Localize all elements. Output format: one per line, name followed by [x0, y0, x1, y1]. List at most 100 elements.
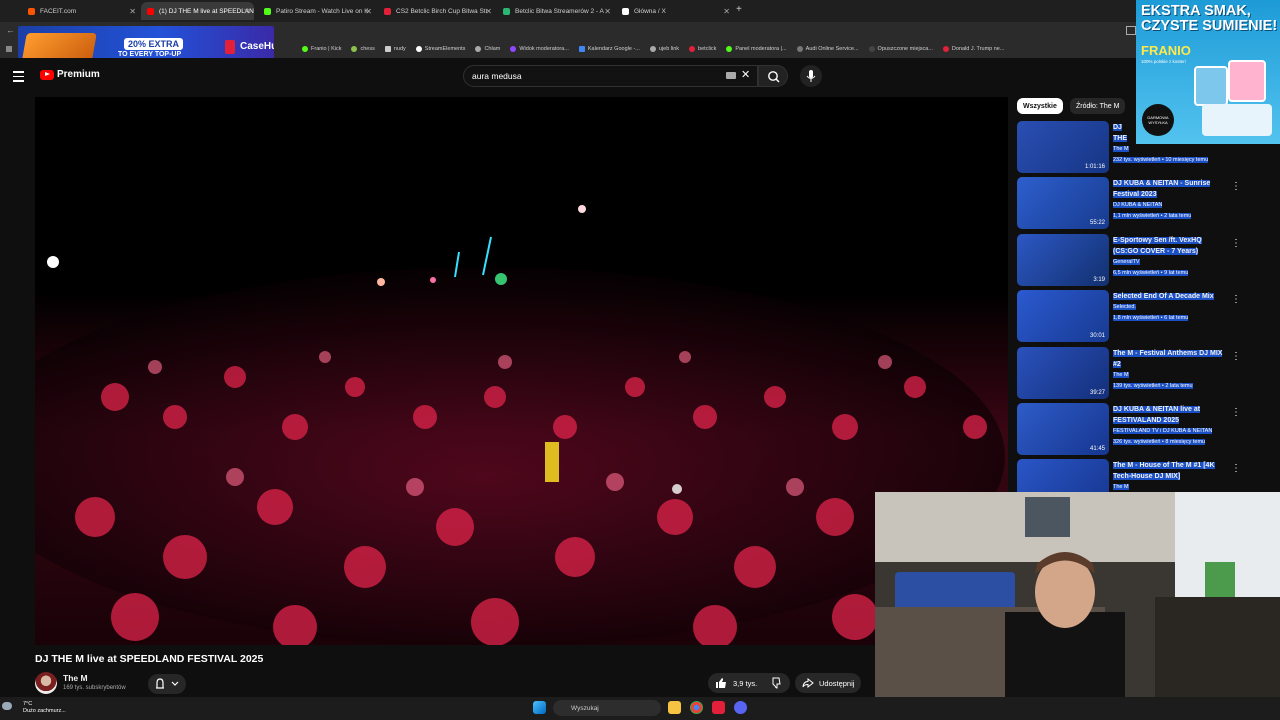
tab-betclic-bitwa[interactable]: Betclic Bitwa Streamerów 2 - A ✕ [497, 2, 615, 20]
webcam-overlay [875, 492, 1280, 720]
recommendation-meta: 1,1 mln wyświetleń • 2 lata temu [1113, 213, 1192, 219]
recommendation-channel: The M [1113, 484, 1129, 490]
weather-widget[interactable]: 7°C Dużo zachmurz... [9, 701, 66, 715]
thumbs-down-icon[interactable] [771, 677, 783, 689]
tab-betclic-cup[interactable]: CS2 Betclic Birch Cup Bitwa Str ✕ [378, 2, 496, 20]
like-button[interactable]: 3,9 tys. [708, 673, 790, 693]
chip-all[interactable]: Wszystkie [1017, 98, 1063, 114]
keyboard-icon[interactable] [726, 72, 736, 79]
bookmark[interactable]: ujeb link [649, 46, 679, 52]
browser-tab-bar: FACEIT.com ✕ (1) DJ THE M live at SPEEDLA… [0, 0, 1280, 22]
search-input[interactable]: aura medusa [463, 65, 758, 87]
subscriber-count: 169 tys. subskrybentów [63, 685, 126, 691]
recommendation-title: The M - House of The M #1 [4K Tech-House… [1113, 462, 1215, 480]
bell-icon [156, 678, 179, 689]
recommendation-item[interactable]: The M - House of The M #1 [4K Tech-House… [1017, 459, 1257, 492]
apps-icon[interactable] [6, 46, 12, 52]
more-options-icon[interactable]: ⋮ [1231, 181, 1241, 192]
bookmark[interactable]: Widok moderatora... [510, 46, 569, 52]
kick-icon [726, 46, 733, 52]
bookmark[interactable]: nudy [384, 46, 406, 52]
bookmark[interactable]: betclick [689, 46, 716, 52]
youtube-icon [147, 7, 154, 15]
share-button[interactable]: Udostępnij [795, 673, 861, 693]
tab-faceit[interactable]: FACEIT.com ✕ [22, 2, 140, 20]
app-icon[interactable] [712, 701, 725, 714]
casehug-logo-icon [225, 40, 235, 54]
notifications-button[interactable] [148, 674, 186, 694]
clear-search-icon[interactable]: ✕ [741, 68, 750, 81]
recommendation-item[interactable]: 55:22 DJ KUBA & NEITAN - Sunrise Festiva… [1017, 177, 1257, 229]
recommendation-channel: The M [1113, 146, 1129, 152]
more-options-icon[interactable]: ⋮ [1231, 294, 1241, 305]
x-icon [622, 7, 629, 15]
recommendation-item[interactable]: 30:01 Selected End Of A Decade Mix Selec… [1017, 290, 1257, 342]
ad-brand: CaseHug [240, 41, 274, 52]
bookmark[interactable]: Opuszczone miejsca... [868, 46, 933, 52]
chess-icon [351, 46, 358, 52]
discord-icon[interactable] [734, 701, 747, 714]
video-thumbnail: 41:45 [1017, 403, 1109, 455]
video-thumbnail: 3:19 [1017, 234, 1109, 286]
more-options-icon[interactable]: ⋮ [1231, 238, 1241, 249]
windows-start-icon[interactable] [533, 701, 546, 714]
bookmark[interactable]: Kalendarz Google -... [578, 46, 640, 52]
recommendation-item[interactable]: 3:19 E-Sportowy Sen /ft. VexHQ (CS:GO CO… [1017, 234, 1257, 286]
share-icon [802, 677, 814, 689]
youtube-logo[interactable]: Premium [40, 69, 100, 80]
search-button[interactable] [758, 65, 788, 87]
globe-icon [475, 46, 482, 52]
webcam-feed [875, 492, 1280, 720]
recommendation-channel: FESTIVALAND TV i DJ KUBA & NEITAN [1113, 428, 1213, 434]
menu-icon[interactable] [13, 71, 24, 85]
close-tab-icon[interactable]: ✕ [485, 7, 492, 16]
bookmark[interactable]: chess [351, 46, 375, 52]
video-player[interactable] [35, 97, 1008, 645]
video-thumbnail: 39:27 [1017, 347, 1109, 399]
audi-icon [796, 46, 803, 52]
close-tab-icon[interactable]: ✕ [129, 7, 136, 16]
video-thumbnail: 55:22 [1017, 177, 1109, 229]
tab-kick[interactable]: Patiro Stream - Watch Live on K ✕ [258, 2, 376, 20]
close-tab-icon[interactable]: ✕ [365, 7, 372, 16]
more-options-icon[interactable]: ⋮ [1231, 407, 1241, 418]
bookmark[interactable]: Donald J. Trump ne... [942, 46, 1004, 52]
recommendation-meta: 6,5 mln wyświetleń • 9 lat temu [1113, 270, 1189, 276]
back-icon[interactable]: ← [6, 25, 15, 35]
video-thumbnail: 1:01:16 [1017, 121, 1109, 173]
bookmark[interactable]: Audi Online Service... [796, 46, 859, 52]
channel-name[interactable]: The M [63, 673, 88, 683]
file-explorer-icon[interactable] [668, 701, 681, 714]
close-tab-icon[interactable]: ✕ [604, 7, 611, 16]
folder-icon [384, 46, 391, 52]
recommendation-channel: GeneralTV [1113, 259, 1140, 265]
globe-icon [868, 46, 875, 52]
recommendation-item[interactable]: 39:27 The M - Festival Anthems DJ MIX #2… [1017, 347, 1257, 399]
kick-icon [302, 46, 308, 52]
taskbar-search[interactable]: Wyszukaj [553, 700, 661, 716]
bookmark[interactable]: Panel moderatora |... [726, 46, 787, 52]
chip-source[interactable]: Źródło: The M [1070, 98, 1126, 114]
recommendation-item[interactable]: 41:45 DJ KUBA & NEITAN live at FESTIVALA… [1017, 403, 1257, 455]
bookmark[interactable]: Chłam [475, 46, 500, 52]
globe-icon [649, 46, 656, 52]
cast-icon[interactable] [1126, 26, 1136, 35]
channel-avatar[interactable] [35, 672, 57, 694]
chrome-icon[interactable] [690, 701, 703, 714]
voice-search-button[interactable] [800, 65, 822, 87]
concert-crowd-frame [35, 97, 1008, 645]
ice-cream-bars-image [1202, 104, 1272, 136]
franio-ad[interactable]: EKSTRA SMAK, CZYSTE SUMIENIE! FRANIO 100… [1136, 0, 1280, 144]
sheets-icon [503, 7, 510, 15]
bookmark[interactable]: StreamElements [415, 46, 465, 52]
close-tab-icon[interactable]: ✕ [243, 7, 250, 16]
more-options-icon[interactable]: ⋮ [1231, 351, 1241, 362]
close-tab-icon[interactable]: ✕ [723, 7, 730, 16]
recommendation-channel: The M [1113, 372, 1129, 378]
more-options-icon[interactable]: ⋮ [1231, 463, 1241, 474]
new-tab-button[interactable]: + [736, 4, 742, 15]
recommendation-title: Selected End Of A Decade Mix [1113, 293, 1214, 300]
tab-youtube[interactable]: (1) DJ THE M live at SPEEDLAN ✕ [141, 2, 254, 20]
bookmark[interactable]: Franio | Kick [302, 46, 341, 52]
tab-x[interactable]: Główna / X ✕ [616, 2, 734, 20]
